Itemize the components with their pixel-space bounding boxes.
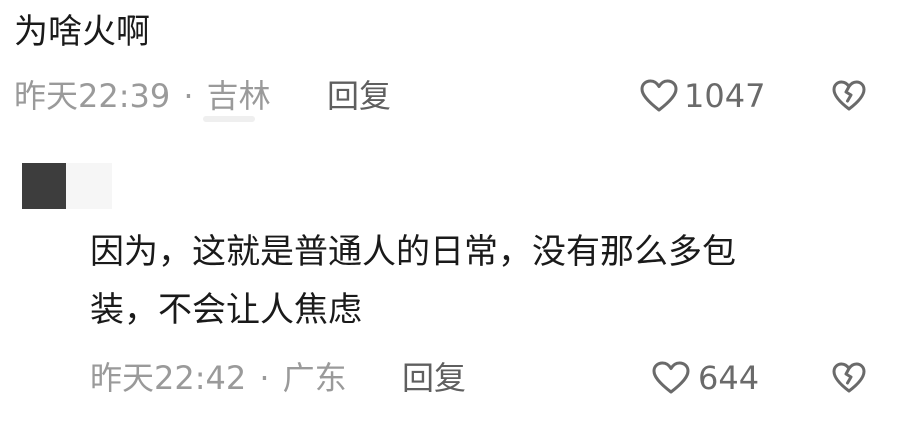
avatar[interactable]	[22, 163, 66, 209]
like-count: 1047	[684, 77, 766, 115]
heart-icon[interactable]	[652, 361, 690, 395]
username-redacted	[66, 163, 112, 209]
broken-heart-icon[interactable]	[832, 80, 866, 112]
reply-location: 广东	[282, 359, 347, 397]
reply-time: 昨天22:42	[90, 359, 247, 397]
comment-text: 为啥火啊	[14, 12, 150, 52]
reply-button[interactable]: 回复	[402, 358, 466, 398]
reply-text-line1: 因为，这就是普通人的日常，没有那么多包	[90, 232, 736, 272]
heart-icon[interactable]	[640, 79, 678, 113]
meta-separator: ·	[183, 77, 194, 115]
comment-location: 吉林	[206, 77, 271, 115]
broken-heart-icon[interactable]	[832, 362, 866, 394]
meta-separator: ·	[259, 359, 270, 397]
comment-time: 昨天22:39	[14, 77, 171, 115]
like-count: 644	[698, 359, 760, 397]
reply-text-line2: 装，不会让人焦虑	[90, 290, 362, 330]
comment-meta: 昨天22:39 · 吉林	[14, 76, 271, 116]
reply-button[interactable]: 回复	[327, 76, 391, 116]
reply-meta: 昨天22:42 · 广东	[90, 358, 347, 398]
redacted-mark	[203, 116, 255, 122]
